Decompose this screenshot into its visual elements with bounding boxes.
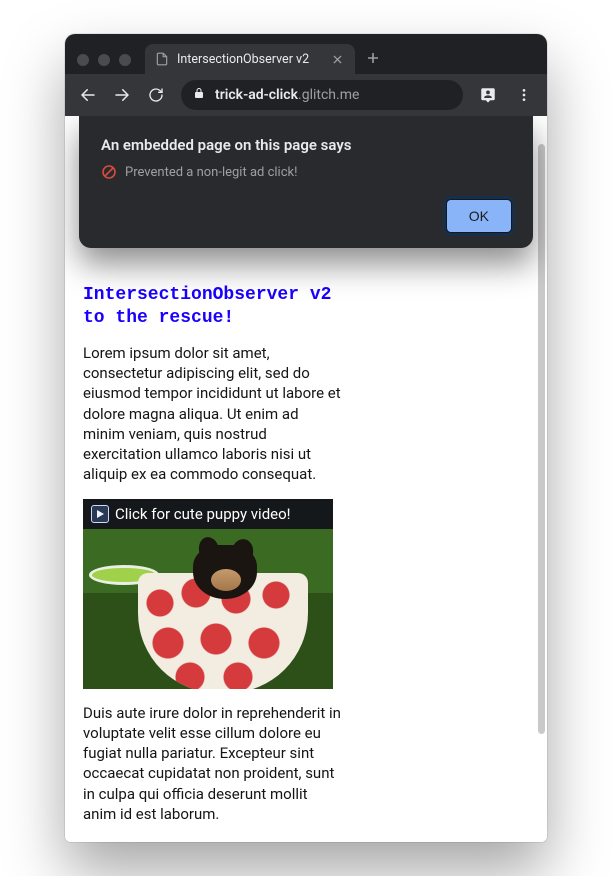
menu-button[interactable] bbox=[509, 80, 539, 110]
browser-window: IntersectionObserver v2 trick-ad-click.g… bbox=[65, 34, 547, 842]
browser-tab[interactable]: IntersectionObserver v2 bbox=[145, 44, 355, 74]
scroll-thumb[interactable] bbox=[538, 144, 545, 734]
page-heading: IntersectionObserver v2 to the rescue! bbox=[83, 284, 343, 331]
tab-title: IntersectionObserver v2 bbox=[177, 52, 321, 67]
address-bar[interactable]: trick-ad-click.glitch.me bbox=[181, 80, 463, 110]
dialog-ok-button[interactable]: OK bbox=[447, 200, 511, 232]
video-ad-card[interactable]: Click for cute puppy video! bbox=[83, 499, 333, 689]
video-ad-header: Click for cute puppy video! bbox=[83, 499, 333, 529]
back-button[interactable] bbox=[73, 80, 103, 110]
page-icon bbox=[155, 52, 169, 66]
tab-close-button[interactable] bbox=[329, 51, 345, 67]
page-viewport: An embedded page on this page says Preve… bbox=[65, 116, 547, 842]
dialog-message-row: Prevented a non-legit ad click! bbox=[101, 164, 511, 180]
video-ad-caption: Click for cute puppy video! bbox=[115, 505, 291, 523]
toolbar: trick-ad-click.glitch.me bbox=[65, 74, 547, 116]
new-tab-button[interactable] bbox=[359, 44, 387, 72]
play-icon bbox=[91, 505, 109, 523]
dialog-message: Prevented a non-legit ad click! bbox=[125, 165, 297, 180]
window-controls bbox=[73, 54, 139, 74]
dialog-title: An embedded page on this page says bbox=[101, 136, 511, 154]
traffic-light-minimize[interactable] bbox=[98, 54, 110, 66]
prohibited-icon bbox=[101, 164, 117, 180]
lock-icon bbox=[193, 87, 205, 103]
url-text: trick-ad-click.glitch.me bbox=[215, 87, 359, 103]
url-rest: .glitch.me bbox=[298, 87, 359, 103]
video-ad-thumb bbox=[83, 529, 333, 689]
vertical-scrollbar[interactable] bbox=[538, 124, 545, 834]
traffic-light-zoom[interactable] bbox=[119, 54, 131, 66]
url-host: trick-ad-click bbox=[215, 87, 298, 103]
traffic-light-close[interactable] bbox=[77, 54, 89, 66]
reload-button[interactable] bbox=[141, 80, 171, 110]
forward-button[interactable] bbox=[107, 80, 137, 110]
tab-bar: IntersectionObserver v2 bbox=[65, 34, 547, 74]
paragraph-2: Duis aute irure dolor in reprehenderit i… bbox=[83, 703, 343, 825]
js-alert-dialog: An embedded page on this page says Preve… bbox=[79, 116, 533, 248]
paragraph-1: Lorem ipsum dolor sit amet, consectetur … bbox=[83, 343, 343, 485]
profile-button[interactable] bbox=[473, 80, 503, 110]
